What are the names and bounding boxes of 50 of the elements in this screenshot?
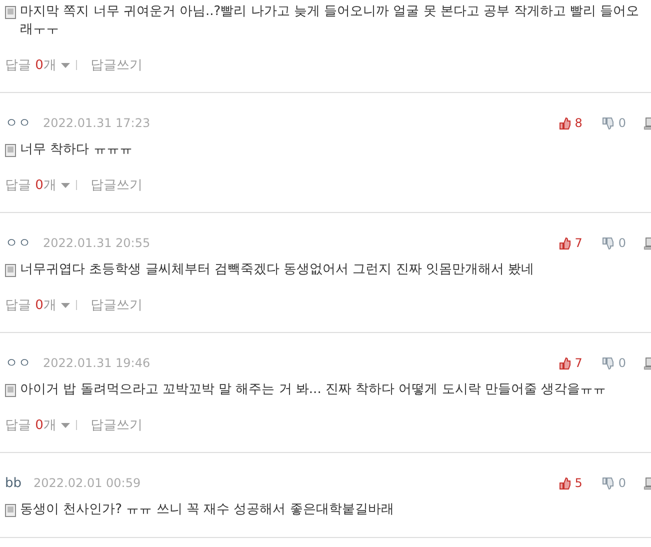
reply-count-button[interactable]: 답글 0개 (5, 416, 56, 434)
like-count: 7 (574, 236, 582, 250)
caret-icon[interactable] (61, 302, 70, 308)
dislike-count: 0 (618, 236, 626, 250)
dislike-count: 0 (618, 476, 626, 490)
thumbs-down-icon[interactable] (602, 116, 614, 130)
thumbs-down-icon[interactable] (602, 356, 614, 370)
dislike-count: 0 (618, 356, 626, 370)
memo-icon (5, 144, 16, 157)
write-reply-button[interactable]: 답글쓰기 (90, 176, 142, 194)
report-icon[interactable] (644, 236, 651, 250)
thumbs-down-icon[interactable] (602, 476, 614, 490)
like-count: 8 (574, 116, 582, 130)
thumbs-down-icon[interactable] (602, 236, 614, 250)
like-count: 5 (574, 476, 582, 490)
comment-text: 마지막 쪽지 너무 귀여운거 아님..?빨리 나가고 늦게 들어오니까 얼굴 못 본다고 공부 작게하고 빨리 들어오래ㅜㅜ (20, 3, 640, 39)
comment-date: 2022.01.31 20:55 (43, 236, 150, 250)
thumbs-up-icon[interactable] (558, 236, 571, 250)
reply-count-button[interactable]: 답글 0개 (5, 296, 56, 314)
write-reply-button[interactable]: 답글쓰기 (90, 296, 142, 314)
comment-text: 동생이 천사인가? ㅠㅠ 쓰니 꼭 재수 성공해서 좋은대학붙길바래 (20, 501, 394, 519)
author-name[interactable]: bb (5, 476, 22, 490)
reply-count-button[interactable]: 답글 0개 (5, 56, 56, 74)
comment-text: 너무귀엽다 초등학생 글씨체부터 검빽죽겠다 동생없어서 그런지 진짜 잇몸만개해서 봤네 (20, 261, 534, 279)
memo-icon (5, 504, 16, 517)
comment-date: 2022.01.31 19:46 (43, 356, 150, 370)
report-icon[interactable] (644, 116, 651, 130)
memo-icon (5, 264, 16, 277)
comment-text: 아이거 밥 돌려먹으라고 꼬박꼬박 말 해주는 거 봐... 진짜 착하다 어떻게 도시락 만들어줄 생각을ㅠㅠ (20, 381, 606, 399)
memo-icon (5, 384, 16, 397)
comment-date: 2022.02.01 00:59 (34, 476, 141, 490)
thumbs-up-icon[interactable] (558, 476, 571, 490)
comment-date: 2022.01.31 17:23 (43, 116, 150, 130)
thumbs-up-icon[interactable] (558, 356, 571, 370)
dislike-count: 0 (618, 116, 626, 130)
comment-text: 너무 착하다 ㅠㅠㅠ (20, 141, 132, 159)
report-icon[interactable] (644, 356, 651, 370)
reply-count-button[interactable]: 답글 0개 (5, 176, 56, 194)
caret-icon[interactable] (61, 182, 70, 188)
memo-icon (5, 6, 16, 19)
write-reply-button[interactable]: 답글쓰기 (90, 56, 142, 74)
like-count: 7 (574, 356, 582, 370)
caret-icon[interactable] (61, 62, 70, 68)
write-reply-button[interactable]: 답글쓰기 (90, 416, 142, 434)
author-name[interactable]: ㅇㅇ (5, 234, 31, 252)
author-name[interactable]: ㅇㅇ (5, 354, 31, 372)
caret-icon[interactable] (61, 422, 70, 428)
author-name[interactable]: ㅇㅇ (5, 114, 31, 132)
report-icon[interactable] (644, 476, 651, 490)
thumbs-up-icon[interactable] (558, 116, 571, 130)
